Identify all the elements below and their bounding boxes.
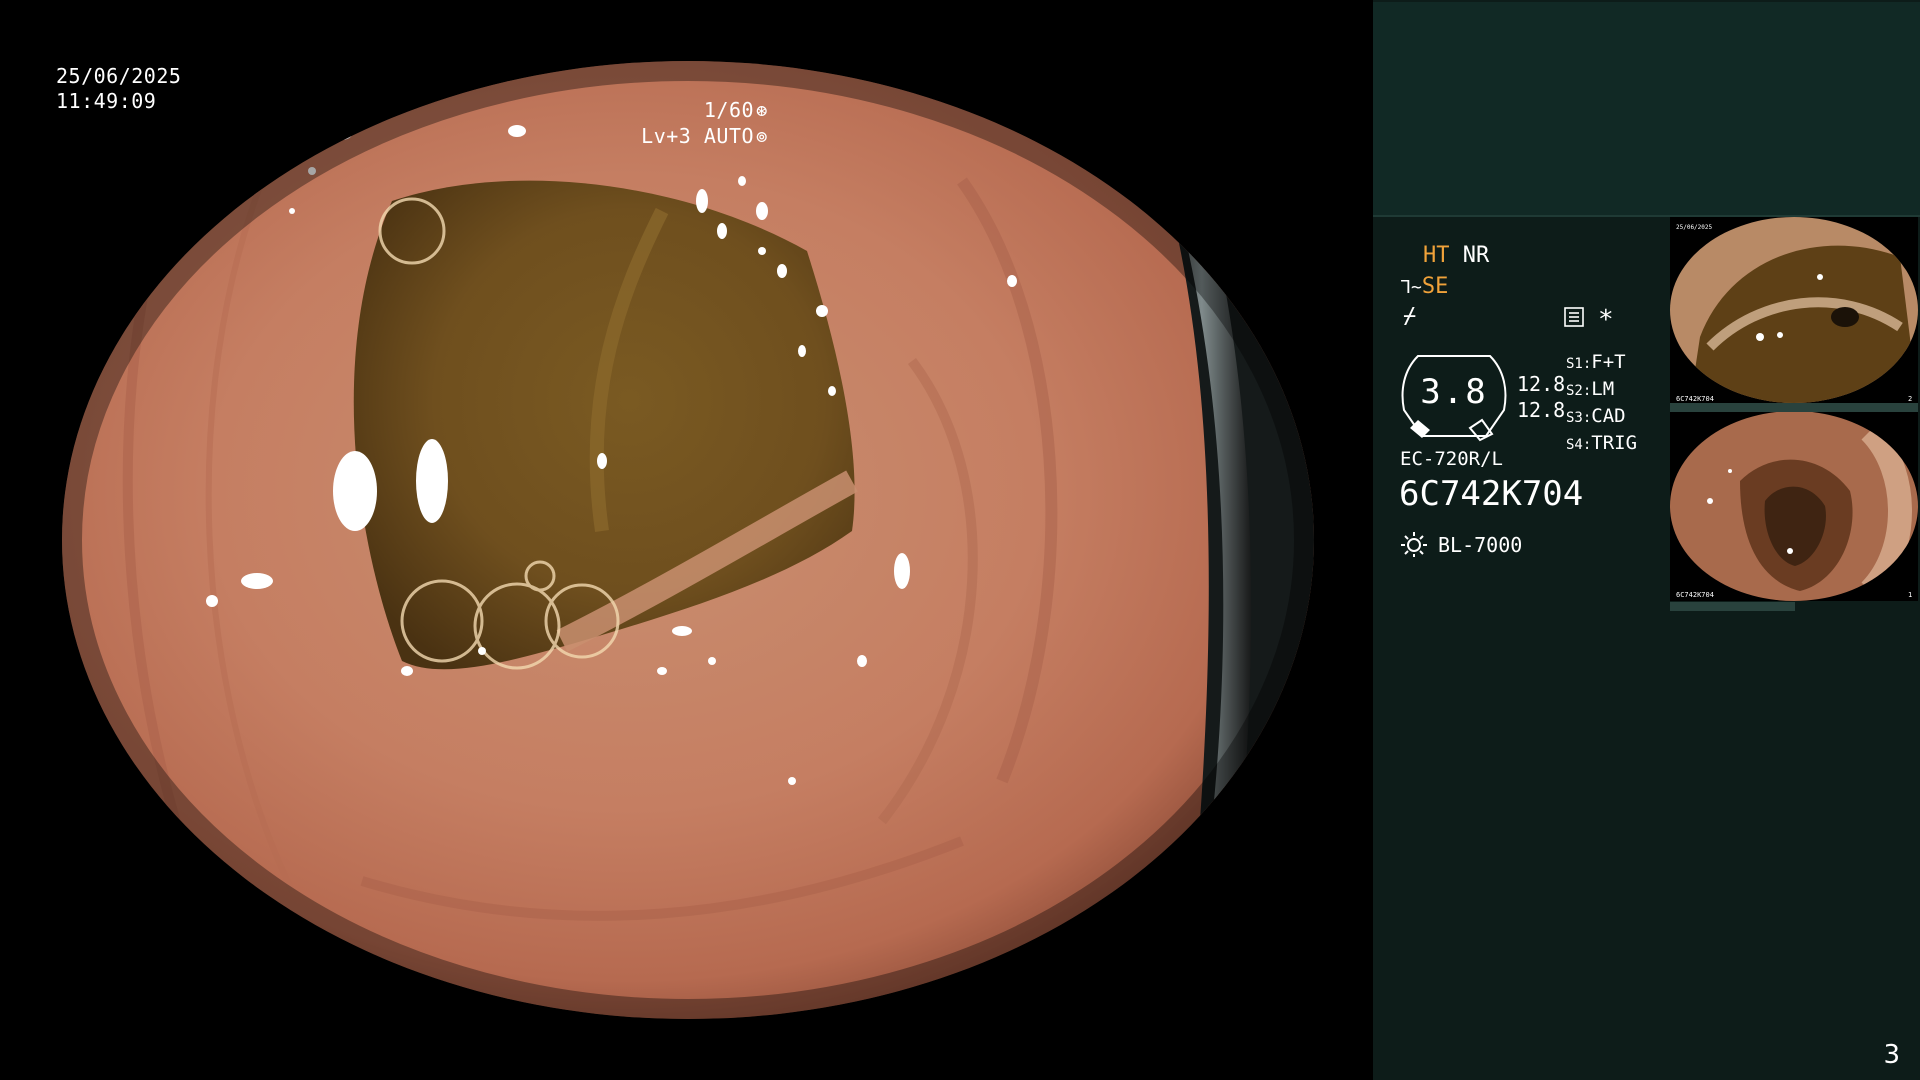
switch-item: S3:CAD <box>1566 405 1626 427</box>
light-source: BL-7000 <box>1438 533 1523 557</box>
se-prefix-symbol: ⅂~ <box>1401 277 1422 298</box>
info-panel: HT NR ⅂~SE ⌿ * 3.8 12.8 12.8 S1:F+T S2:L… <box>1373 0 1920 1080</box>
thumbnail-progress-bar <box>1670 602 1795 611</box>
se-label: SE <box>1421 274 1449 299</box>
endoscope-live-view: 25/06/2025 11:49:09 1/60 ⊛ Lv+3 AUTO ⊚ <box>0 0 1372 1080</box>
nr-label: NR <box>1462 243 1490 268</box>
shutter-speed: 1/60 <box>703 98 755 122</box>
exposure-readout: 1/60 ⊛ Lv+3 AUTO ⊚ <box>641 98 768 150</box>
time-text: 11:49:09 <box>56 89 157 113</box>
switch-item: S4:TRIG <box>1566 432 1638 454</box>
thumbnail-index: 2 <box>1908 395 1912 403</box>
scope-model: EC-720R/L <box>1400 448 1503 470</box>
switch-item: S1:F+T <box>1566 351 1626 373</box>
switch-item: S2:LM <box>1566 378 1615 400</box>
ht-nr-line: HT NR <box>1423 243 1489 268</box>
captured-thumbnail[interactable]: 25/06/2025 6C742K704 2 <box>1670 217 1918 403</box>
captured-thumbnail[interactable]: 6C742K704 1 <box>1670 411 1918 601</box>
scope-serial: 6C742K704 <box>1399 474 1584 514</box>
thumbnail-index: 1 <box>1908 591 1912 599</box>
endoscopic-image <box>62 61 1314 1019</box>
ht-label: HT <box>1423 243 1450 268</box>
readout-value-2: 12.8 <box>1517 398 1566 422</box>
level-value: Lv+3 <box>641 124 692 148</box>
date-text: 25/06/2025 <box>56 64 182 88</box>
se-line: ⅂~SE <box>1401 274 1448 299</box>
svg-text:25/06/2025: 25/06/2025 <box>1676 224 1713 231</box>
sun-icon <box>1400 530 1428 558</box>
menu-icon <box>1564 307 1584 327</box>
thumbnail-caption: 6C742K704 <box>1676 591 1714 599</box>
zoom-value: 3.8 <box>1420 372 1488 412</box>
page-number: 3 <box>1883 1040 1900 1070</box>
thumbnail-separator <box>1670 403 1918 412</box>
asterisk-indicator: * <box>1598 305 1614 335</box>
zoom-gauge: 3.8 <box>1398 350 1510 442</box>
date-time-readout: 25/06/2025 11:49:09 <box>56 64 181 114</box>
readout-value-1: 12.8 <box>1517 372 1566 396</box>
iris-icon: ⊚ <box>756 126 768 148</box>
panel-header-area <box>1373 2 1920 215</box>
thumbnail-caption: 6C742K704 <box>1676 395 1714 403</box>
freeze-symbol: ⌿ <box>1403 304 1417 329</box>
switch-list: S1:F+T S2:LM S3:CAD S4:TRIG <box>1566 350 1637 458</box>
exposure-mode: AUTO <box>703 124 755 148</box>
aperture-icon: ⊛ <box>756 100 768 122</box>
